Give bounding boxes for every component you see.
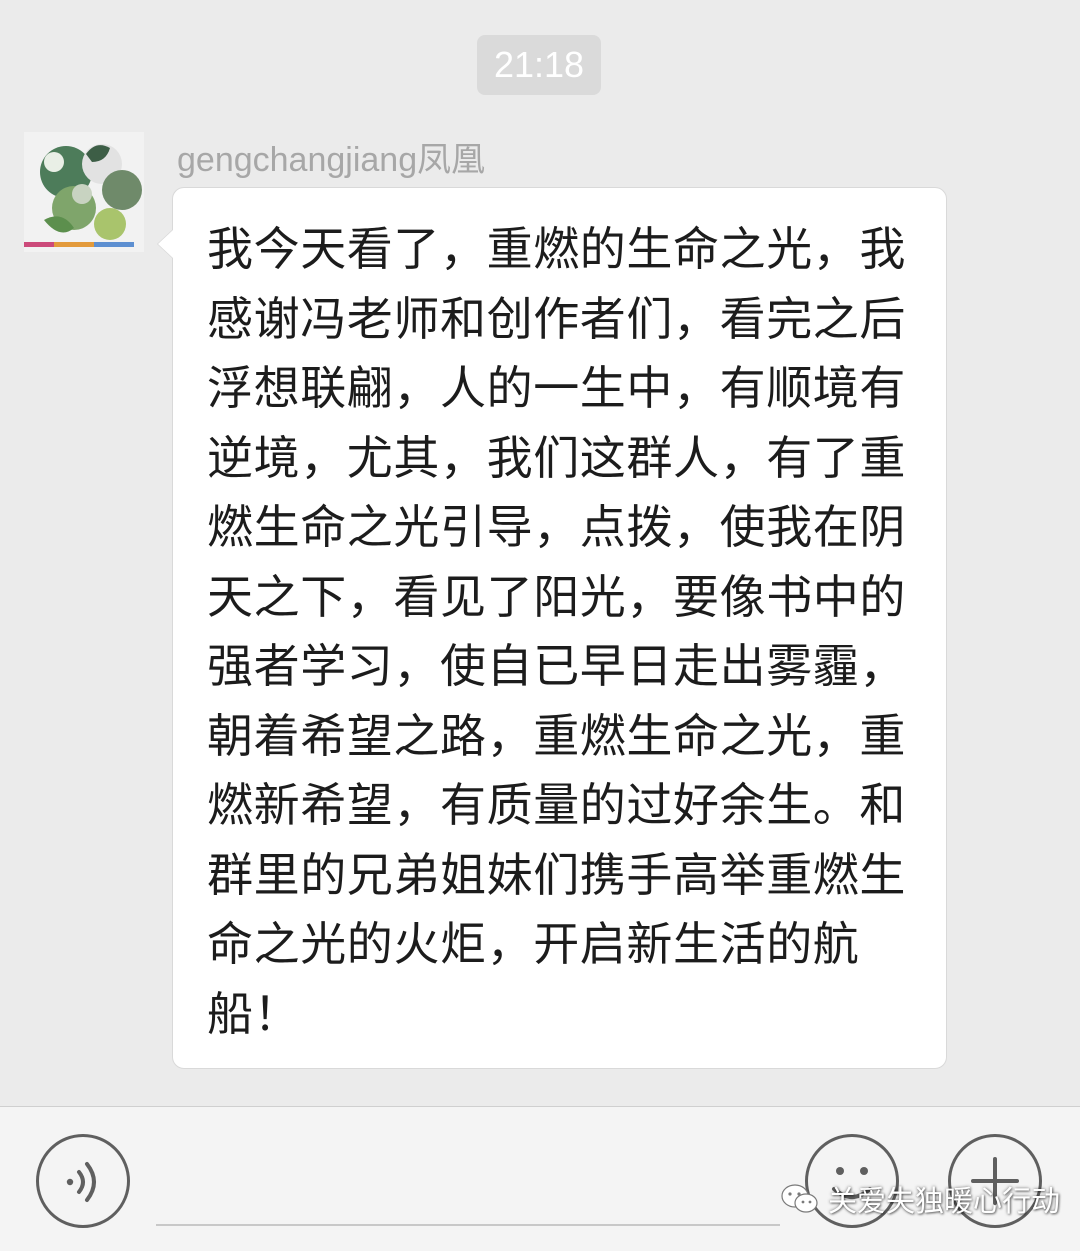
wechat-icon [781,1184,818,1213]
avatar[interactable] [24,132,144,252]
message-bubble[interactable]: 我今天看了，重燃的生命之光，我感谢冯老师和创作者们，看完之后浮想联翩，人的一生中… [157,187,947,1069]
message-text: 我今天看了，重燃的生命之光，我感谢冯老师和创作者们，看完之后浮想联翩，人的一生中… [207,222,906,1041]
watermark: 关爱失独暖心行动 [780,1174,1060,1224]
message-input[interactable] [156,1224,780,1226]
timestamp-badge: 21:18 [477,35,601,95]
bubble-tail [158,230,173,258]
sender-name: gengchangjiang凤凰 [177,141,486,179]
avatar-image [24,132,144,252]
voice-icon [66,1162,96,1202]
watermark-text: 关爱失独暖心行动 [828,1184,1061,1218]
voice-button[interactable] [36,1134,130,1228]
